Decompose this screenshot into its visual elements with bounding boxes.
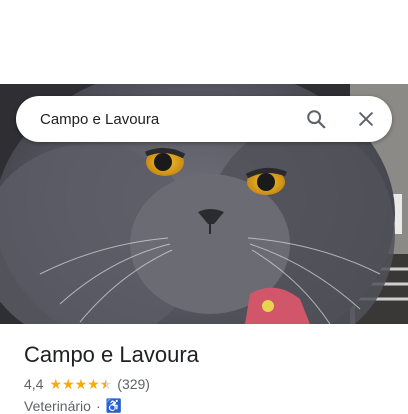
- map-top-area: [0, 0, 408, 84]
- search-input[interactable]: Campo e Lavoura: [40, 111, 296, 128]
- half-star-icon: ★: [99, 376, 113, 392]
- search-icon[interactable]: [296, 99, 336, 139]
- place-title: Campo e Lavoura: [24, 342, 199, 367]
- close-icon[interactable]: [346, 99, 386, 139]
- separator-dot: ·: [95, 398, 101, 414]
- star-icon: ★: [74, 376, 88, 392]
- star-icon: ★: [62, 376, 75, 392]
- review-count[interactable]: (329): [117, 376, 150, 392]
- rating-value: 4,4: [24, 376, 44, 392]
- place-info-panel: Campo e Lavoura 4,4 ★ ★ ★ ★ ★ (329) Vete…: [0, 324, 408, 414]
- rating-row[interactable]: 4,4 ★ ★ ★ ★ ★ (329): [24, 376, 150, 392]
- place-category: Veterinário: [24, 398, 91, 414]
- rating-stars: ★ ★ ★ ★ ★: [49, 377, 112, 391]
- search-bar[interactable]: Campo e Lavoura: [16, 96, 392, 142]
- star-icon: ★: [49, 376, 63, 392]
- wheelchair-accessible-icon: ♿: [105, 398, 122, 413]
- star-icon: ★: [87, 376, 100, 392]
- category-row: Veterinário · ♿: [24, 398, 122, 414]
